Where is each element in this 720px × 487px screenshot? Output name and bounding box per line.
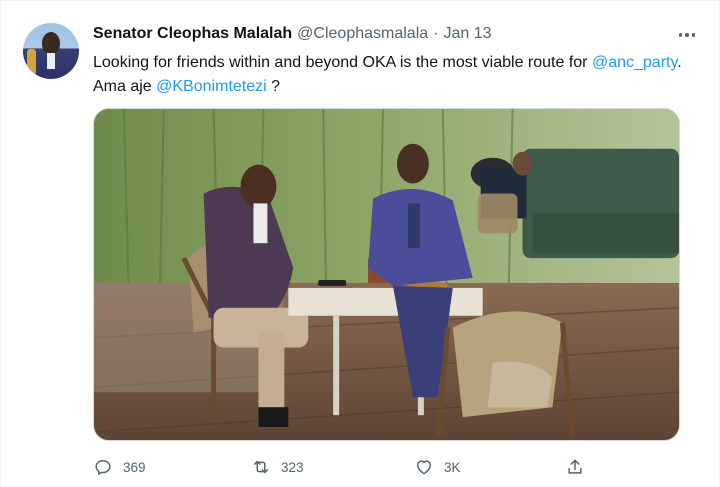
header-separator: · [433,25,439,42]
tweet-text: Looking for friends within and beyond OK… [93,51,693,99]
share-button[interactable] [565,455,585,479]
share-icon [568,459,582,474]
tweet-header: Senator Cleophas Malalah @Cleophasmalala… [93,25,492,43]
tweet-text-part: ? [266,78,280,95]
like-button[interactable]: 3K [414,455,461,479]
more-icon[interactable] [675,25,699,45]
reply-button[interactable]: 369 [93,455,146,479]
like-count: 3K [444,459,461,475]
retweet-button[interactable]: 323 [251,455,304,479]
more-dot [685,33,689,37]
more-dot [678,33,683,37]
reply-icon [95,460,111,475]
mention-link[interactable]: @KBonimtetezi [156,78,267,95]
avatar-background-detail [27,49,36,75]
tweet-date[interactable]: Jan 13 [443,25,491,43]
tweet-photo[interactable] [93,108,680,441]
author-handle[interactable]: @Cleophasmalala [297,25,428,43]
photo-illustration [94,109,679,440]
author-name[interactable]: Senator Cleophas Malalah [93,25,292,43]
heart-icon [417,460,431,475]
more-dot [691,33,696,37]
mention-link[interactable]: @anc_party [592,54,677,71]
author-avatar[interactable] [23,23,79,79]
tweet-actions: 369 323 3K [93,455,593,479]
reply-count: 369 [123,459,146,475]
tweet[interactable]: Senator Cleophas Malalah @Cleophasmalala… [0,0,720,487]
retweet-count: 323 [281,459,304,475]
retweet-icon [254,460,268,474]
avatar-shirt [47,53,55,69]
tweet-text-part: Looking for friends within and beyond OK… [93,54,592,71]
avatar-face [42,32,60,54]
